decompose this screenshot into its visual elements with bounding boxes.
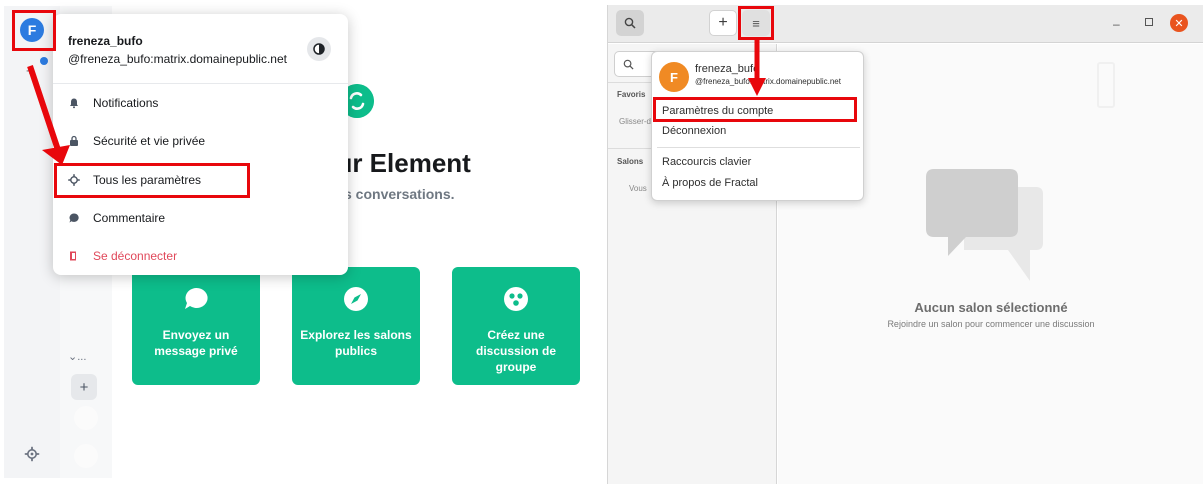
card-label: Créez une discussion de groupe — [475, 328, 557, 374]
theme-contrast-icon — [313, 43, 325, 55]
account-matrix-id: @freneza_bufo:matrix.domainepublic.net — [695, 77, 841, 86]
unread-indicator — [40, 57, 48, 65]
logout-icon — [70, 251, 76, 261]
header-bar: + ≡ – ✕ — [608, 5, 1203, 43]
search-toggle-button[interactable] — [616, 10, 644, 36]
background-decoration — [1097, 62, 1115, 108]
menu-item-label: Commentaire — [93, 211, 166, 225]
user-matrix-id: @freneza_bufo:matrix.domainepublic.net — [68, 52, 287, 66]
account-avatar: F — [659, 62, 689, 92]
menu-divider — [53, 83, 348, 84]
space-avatar-placeholder[interactable] — [74, 444, 98, 468]
account-display-name: freneza_bufo — [695, 63, 760, 75]
menu-item-logout[interactable]: Déconnexion — [662, 125, 726, 137]
tutorial-composite: F + ⌄... + sur Element s conversations. … — [0, 0, 1203, 484]
search-icon — [624, 17, 636, 29]
add-room-button[interactable]: + — [709, 10, 737, 36]
welcome-subtitle: s conversations. — [344, 186, 455, 202]
theme-toggle-button[interactable] — [307, 37, 331, 61]
menu-item-about[interactable]: À propos de Fractal — [662, 177, 758, 189]
menu-item-label: Sécurité et vie privée — [93, 134, 206, 148]
group-icon — [504, 287, 528, 311]
highlight-avatar — [12, 10, 56, 51]
create-group-card[interactable]: Créez une discussion de groupe — [452, 267, 580, 385]
add-space-button[interactable]: + — [71, 374, 97, 400]
compass-icon — [344, 287, 368, 311]
space-avatar-placeholder[interactable] — [74, 406, 98, 430]
empty-state-subtitle: Rejoindre un salon pour commencer une di… — [887, 319, 1095, 329]
card-label: Explorez les salons publics — [300, 328, 412, 358]
menu-item-security[interactable]: Sécurité et vie privée — [68, 131, 205, 151]
fractal-app: + ≡ – ✕ Favoris Glisser-d Salons Vous Au… — [607, 5, 1203, 484]
user-menu: freneza_bufo @freneza_bufo:matrix.domain… — [53, 14, 348, 275]
close-button[interactable]: ✕ — [1170, 14, 1188, 32]
highlight-all-settings — [54, 163, 250, 198]
lock-icon — [70, 135, 78, 146]
favorites-section-label: Favoris — [617, 90, 646, 99]
card-label: Envoyez un message privé — [154, 328, 238, 358]
favorites-hint: Glisser-d — [619, 117, 652, 126]
quick-settings-gear-icon[interactable] — [24, 446, 40, 462]
rooms-hint: Vous — [629, 184, 647, 193]
highlight-menu-button — [738, 6, 774, 40]
highlight-account-settings — [653, 97, 857, 122]
plus-icon[interactable]: + — [26, 63, 34, 78]
maximize-button[interactable] — [1145, 18, 1153, 26]
search-icon — [623, 59, 634, 70]
explore-rooms-card[interactable]: Explorez les salons publics — [292, 267, 420, 385]
empty-state-title: Aucun salon sélectionné — [914, 300, 1068, 315]
menu-item-logout[interactable]: Se déconnecter — [68, 246, 177, 266]
rooms-section-label: Salons — [617, 157, 644, 166]
element-app: F + ⌄... + sur Element s conversations. … — [0, 0, 604, 484]
menu-divider — [657, 147, 860, 148]
chat-bubble-icon — [185, 287, 208, 309]
menu-item-label: Se déconnecter — [93, 249, 178, 263]
user-display-name: freneza_bufo — [68, 34, 143, 48]
menu-item-label: Notifications — [93, 96, 159, 110]
menu-item-feedback[interactable]: Commentaire — [68, 208, 165, 228]
empty-chat-icon — [926, 169, 1043, 281]
send-dm-card[interactable]: Envoyez un message privé — [132, 267, 260, 385]
account-menu: F freneza_bufo @freneza_bufo:matrix.doma… — [651, 51, 864, 201]
minimize-button[interactable]: – — [1113, 17, 1123, 31]
feedback-icon — [69, 213, 79, 223]
bell-icon — [70, 98, 78, 109]
expand-spaces-button[interactable]: ⌄... — [68, 350, 86, 363]
menu-item-keyboard-shortcuts[interactable]: Raccourcis clavier — [662, 156, 751, 168]
menu-item-notifications[interactable]: Notifications — [68, 93, 158, 113]
